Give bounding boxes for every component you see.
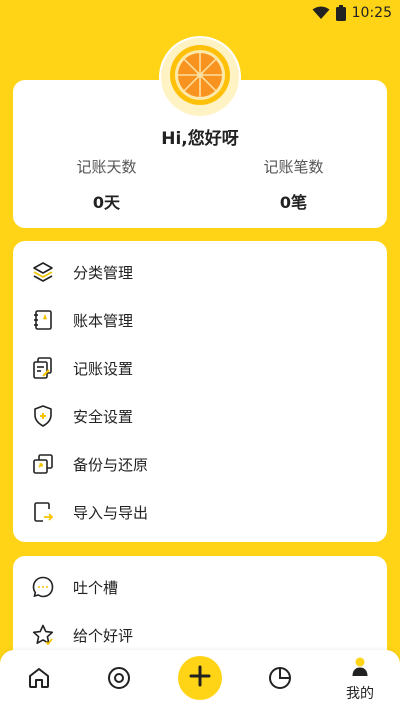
stat-record-days[interactable]: 记账天数 0天 [13, 156, 200, 213]
menu-item-ledger-management[interactable]: 账本管理 [13, 296, 387, 344]
nav-discover[interactable] [89, 650, 149, 710]
add-record-button[interactable] [178, 656, 222, 700]
edit-settings-icon [31, 356, 55, 380]
menu-item-label: 备份与还原 [73, 455, 149, 474]
nav-mine-label: 我的 [346, 686, 374, 702]
stat-label: 记账天数 [76, 158, 137, 176]
bottom-nav: 我的 [0, 650, 400, 710]
plus-icon [188, 664, 212, 692]
stat-value: 0天 [92, 193, 121, 212]
home-icon [27, 666, 51, 694]
menu-item-label: 分类管理 [73, 263, 134, 282]
stat-record-count[interactable]: 记账笔数 0笔 [200, 156, 387, 213]
avatar[interactable] [161, 38, 239, 116]
menu-item-record-settings[interactable]: 记账设置 [13, 344, 387, 392]
menu-item-label: 记账设置 [73, 359, 134, 378]
menu-item-backup-restore[interactable]: 备份与还原 [13, 440, 387, 488]
nav-home[interactable] [9, 650, 69, 710]
menu-item-security-settings[interactable]: 安全设置 [13, 392, 387, 440]
greeting-text: Hi,您好呀 [161, 129, 239, 149]
nav-mine[interactable]: 我的 [330, 650, 390, 710]
menu-item-label: 安全设置 [73, 407, 134, 426]
star-icon [31, 623, 55, 647]
layers-icon [31, 260, 55, 284]
import-export-icon [31, 500, 55, 524]
stat-value: 0笔 [279, 193, 308, 212]
status-bar: 10:25 [0, 0, 400, 26]
battery-icon [335, 5, 346, 21]
menu-item-category-management[interactable]: 分类管理 [13, 248, 387, 296]
stat-label: 记账笔数 [263, 158, 324, 176]
user-icon [351, 657, 369, 681]
target-icon [107, 666, 131, 694]
menu-item-feedback[interactable]: 吐个槽 [13, 563, 387, 611]
menu-item-label: 给个好评 [73, 626, 134, 645]
backup-icon [31, 452, 55, 476]
settings-menu: 分类管理 账本管理 记账设置 安全设置 备份与还原 导入与导出 [13, 241, 387, 542]
wifi-icon [312, 6, 330, 20]
nav-stats[interactable] [250, 650, 310, 710]
chat-bubble-icon [31, 575, 55, 599]
notebook-icon [31, 308, 55, 332]
shield-icon [31, 404, 55, 428]
menu-item-label: 导入与导出 [73, 503, 149, 522]
menu-item-import-export[interactable]: 导入与导出 [13, 488, 387, 536]
menu-item-label: 吐个槽 [73, 578, 119, 597]
orange-slice-icon [169, 44, 231, 110]
menu-item-label: 账本管理 [73, 311, 134, 330]
pie-chart-icon [268, 666, 292, 694]
status-time: 10:25 [351, 5, 392, 21]
